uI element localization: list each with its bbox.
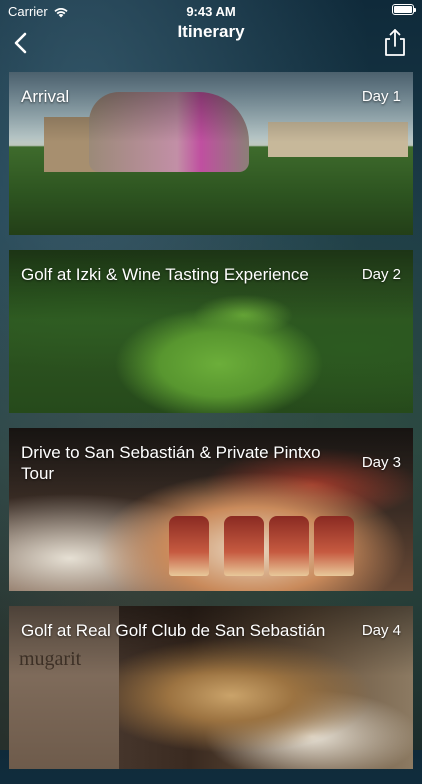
card-day-label: Day 3 (361, 454, 401, 471)
card-day-label: Day 1 (361, 88, 401, 105)
card-day-label: Day 4 (361, 622, 401, 639)
card-title: Golf at Real Golf Club de San Sebastián (21, 621, 326, 640)
page-title: Itinerary (177, 22, 245, 41)
share-button[interactable] (382, 28, 408, 58)
itinerary-card-day-1[interactable]: Arrival Day 1 (9, 72, 413, 235)
battery-icon (392, 4, 416, 15)
itinerary-list: Arrival Day 1 Golf at Izki & Wine Tastin… (9, 72, 413, 784)
status-bar: Carrier 9:43 AM (0, 0, 422, 22)
itinerary-card-day-2[interactable]: Golf at Izki & Wine Tasting Experience D… (9, 250, 413, 413)
navigation-bar: Itinerary (0, 22, 422, 64)
card-title: Drive to San Sebastián & Private Pintxo … (21, 443, 321, 483)
card-day-label: Day 2 (361, 266, 401, 283)
status-time: 9:43 AM (186, 4, 236, 19)
card-title: Arrival (21, 87, 70, 106)
card-title: Golf at Izki & Wine Tasting Experience (21, 265, 309, 284)
itinerary-card-day-3[interactable]: Drive to San Sebastián & Private Pintxo … (9, 428, 413, 591)
share-icon (385, 29, 405, 56)
itinerary-card-day-4[interactable]: mugarit Golf at Real Golf Club de San Se… (9, 606, 413, 769)
